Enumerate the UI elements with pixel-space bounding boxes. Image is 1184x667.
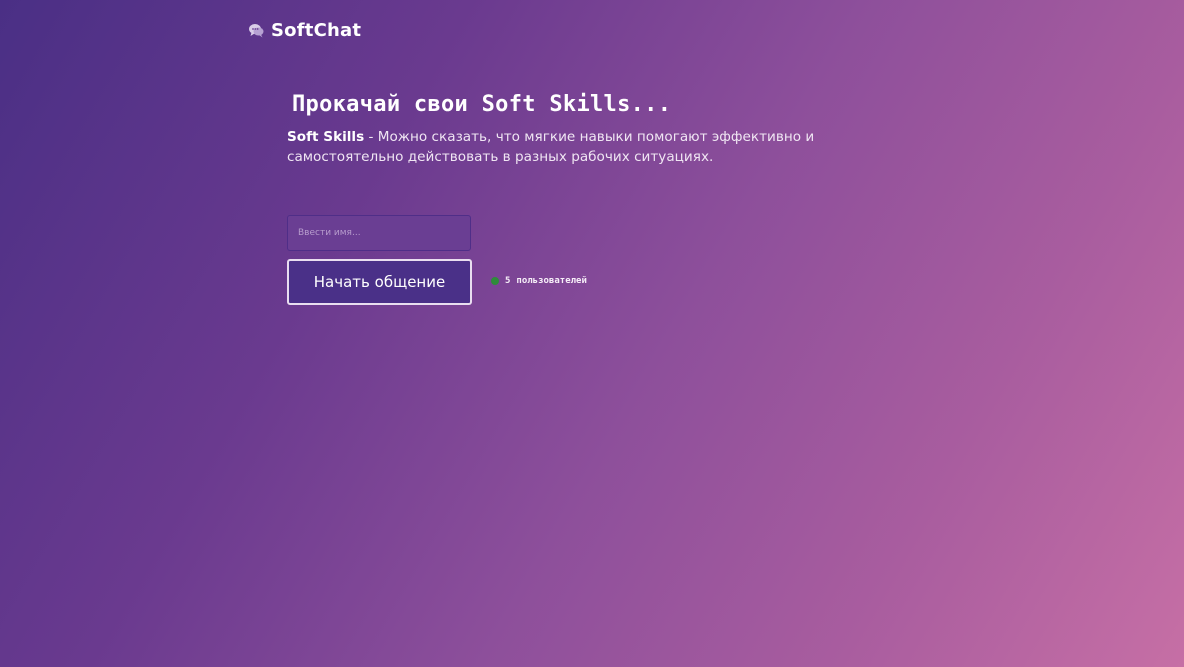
online-label: пользователей (516, 276, 587, 286)
hero-section: Прокачай свои Soft Skills... Soft Skills… (287, 92, 907, 167)
brand-name: SoftChat (271, 20, 362, 41)
brand-logo[interactable]: SoftChat (248, 20, 361, 41)
chat-bubbles-icon (248, 22, 265, 39)
online-users-indicator: 5 пользователей (491, 276, 587, 286)
page-title: Прокачай свои Soft Skills... (292, 92, 672, 117)
start-chat-button[interactable]: Начать общение (287, 259, 472, 305)
online-count: 5 (505, 276, 511, 286)
hero-term: Soft Skills (287, 129, 365, 145)
hero-description-text: - Можно сказать, что мягкие навыки помог… (287, 129, 815, 165)
hero-description: Soft Skills - Можно сказать, что мягкие … (287, 127, 907, 167)
name-input[interactable] (287, 215, 471, 251)
status-dot-icon (491, 277, 499, 285)
